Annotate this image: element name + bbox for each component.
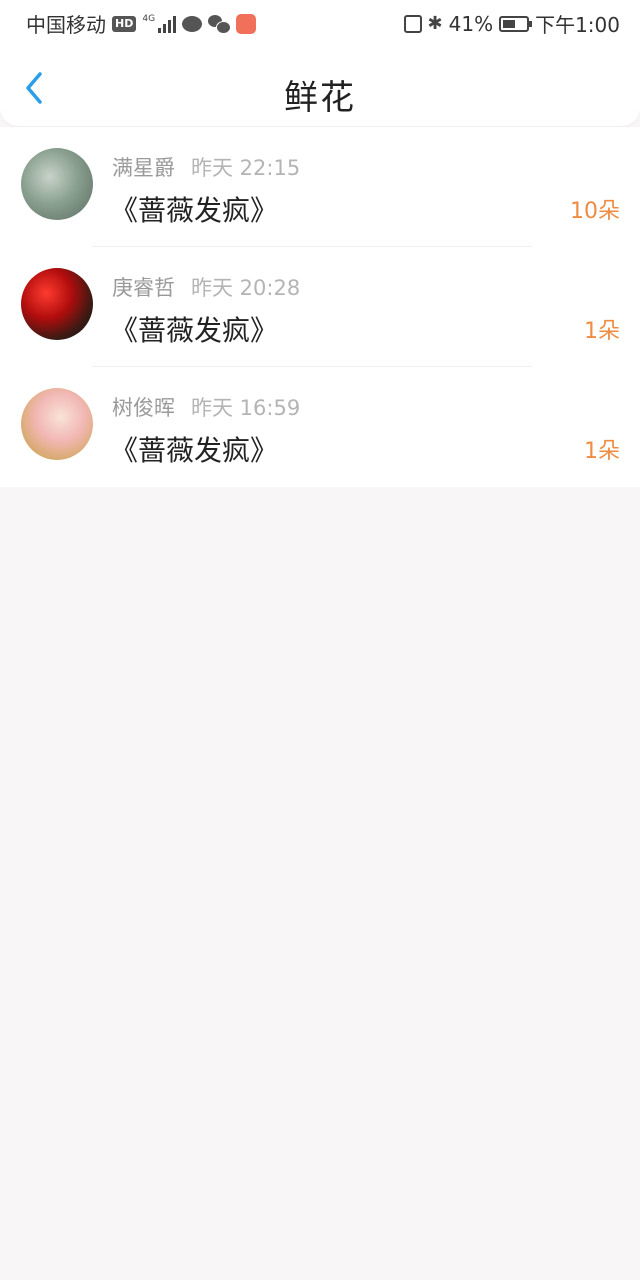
avatar[interactable] bbox=[21, 388, 93, 460]
nfc-icon bbox=[403, 14, 422, 33]
user-name: 树俊晖 bbox=[112, 396, 175, 420]
book-title: 《蔷薇发疯》 bbox=[110, 434, 279, 467]
flower-list: 满星爵 昨天 22:15 《蔷薇发疯》 10朵 庚睿哲 昨天 20:28 《蔷薇发疯… bbox=[0, 127, 640, 487]
shop-icon bbox=[236, 13, 257, 34]
clock: 下午1:00 bbox=[535, 13, 620, 37]
nav-bar: 鲜花 bbox=[0, 44, 640, 126]
wechat-icon bbox=[208, 14, 232, 34]
app-root: 中国移动 HD 4G ✱ 41% 下午1:00 鲜花 满星爵 昨天 22:15 … bbox=[0, 0, 640, 1280]
list-item[interactable]: 庚睿哲 昨天 20:28 《蔷薇发疯》 1朵 bbox=[0, 247, 640, 367]
status-right: ✱ 41% 下午1:00 bbox=[403, 9, 620, 38]
status-left: 中国移动 HD 4G bbox=[26, 9, 257, 38]
message-icon bbox=[182, 15, 203, 32]
flower-count: 10朵 bbox=[570, 199, 620, 224]
user-line: 满星爵 昨天 22:15 bbox=[112, 152, 300, 182]
book-title: 《蔷薇发疯》 bbox=[110, 314, 279, 347]
timestamp: 昨天 20:28 bbox=[191, 276, 301, 300]
list-item[interactable]: 树俊晖 昨天 16:59 《蔷薇发疯》 1朵 bbox=[0, 367, 640, 487]
timestamp: 昨天 16:59 bbox=[191, 396, 301, 420]
flower-count: 1朵 bbox=[584, 319, 620, 344]
hd-icon: HD bbox=[112, 15, 137, 32]
avatar[interactable] bbox=[21, 268, 93, 340]
network-type: 4G bbox=[142, 13, 156, 24]
status-bar: 中国移动 HD 4G ✱ 41% 下午1:00 bbox=[0, 0, 640, 44]
battery-percent: 41% bbox=[448, 11, 494, 36]
battery-icon bbox=[499, 15, 533, 32]
user-name: 满星爵 bbox=[112, 156, 175, 180]
list-item[interactable]: 满星爵 昨天 22:15 《蔷薇发疯》 10朵 bbox=[0, 127, 640, 247]
user-line: 树俊晖 昨天 16:59 bbox=[112, 392, 300, 422]
carrier-label: 中国移动 bbox=[26, 13, 106, 37]
bluetooth-icon: ✱ bbox=[427, 13, 443, 34]
page-title: 鲜花 bbox=[284, 78, 356, 118]
flower-count: 1朵 bbox=[584, 439, 620, 464]
avatar[interactable] bbox=[21, 148, 93, 220]
timestamp: 昨天 22:15 bbox=[191, 156, 301, 180]
book-title: 《蔷薇发疯》 bbox=[110, 194, 279, 227]
user-name: 庚睿哲 bbox=[112, 276, 175, 300]
signal-icon: 4G bbox=[142, 13, 177, 33]
user-line: 庚睿哲 昨天 20:28 bbox=[112, 272, 300, 302]
